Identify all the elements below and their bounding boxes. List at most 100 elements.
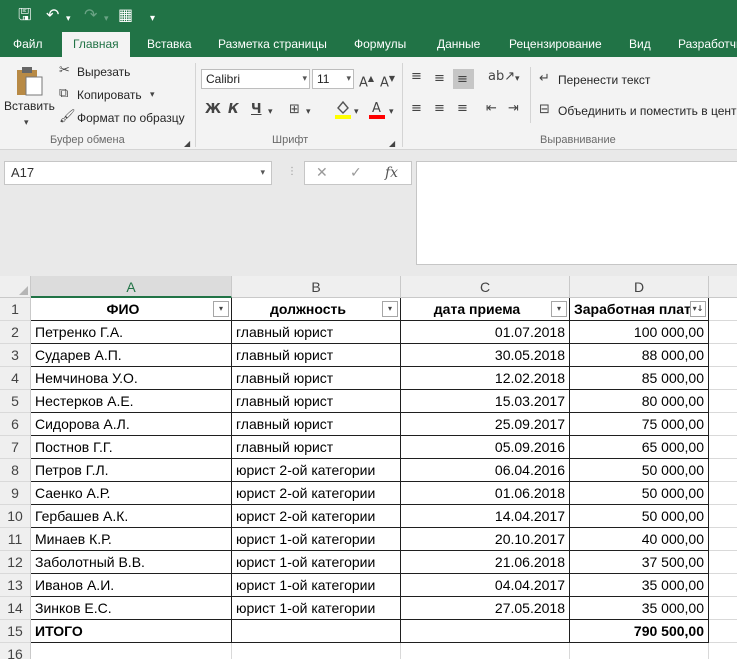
redo-dropdown-icon[interactable]: ▾ — [104, 9, 109, 29]
row-header[interactable]: 8 — [0, 459, 31, 482]
row-header[interactable]: 6 — [0, 413, 31, 436]
cell[interactable] — [570, 643, 709, 659]
cell[interactable]: юрист 2-ой категории — [232, 459, 401, 482]
cell[interactable]: Немчинова У.О. — [31, 367, 232, 390]
tab-formulas[interactable]: Формулы — [354, 32, 406, 57]
cell[interactable]: юрист 1-ой категории — [232, 551, 401, 574]
cell[interactable]: 75 000,00 — [570, 413, 709, 436]
cell[interactable] — [709, 597, 737, 620]
total-cell[interactable]: 790 500,00 — [570, 620, 709, 643]
orientation-icon[interactable]: ab↗ — [488, 69, 515, 85]
save-icon[interactable]: 🖫 — [18, 5, 32, 25]
tab-file[interactable]: Файл — [13, 32, 43, 57]
cell[interactable]: 80 000,00 — [570, 390, 709, 413]
tab-home[interactable]: Главная — [62, 32, 130, 57]
formula-input[interactable] — [416, 161, 737, 265]
cell[interactable] — [709, 459, 737, 482]
filter-dropdown-icon[interactable]: ▾ — [382, 301, 398, 317]
cell[interactable]: главный юрист — [232, 344, 401, 367]
orientation-dropdown-icon[interactable]: ▾ — [515, 71, 520, 87]
header-cell[interactable]: ФИО ▾ — [31, 298, 232, 321]
font-color-dropdown-icon[interactable]: ▾ — [389, 104, 394, 120]
cell[interactable]: 04.04.2017 — [401, 574, 570, 597]
customize-icon[interactable]: ▾ — [150, 9, 155, 29]
name-box[interactable]: A17 ▾ — [4, 161, 272, 185]
copy-dropdown-icon[interactable]: ▾ — [150, 87, 155, 103]
cell[interactable] — [709, 482, 737, 505]
select-all-button[interactable] — [0, 276, 31, 298]
cell[interactable]: Минаев К.Р. — [31, 528, 232, 551]
cell[interactable] — [709, 528, 737, 551]
tab-insert[interactable]: Вставка — [147, 32, 192, 57]
cell[interactable]: Заболотный В.В. — [31, 551, 232, 574]
shrink-font-icon[interactable]: A▼ — [380, 71, 395, 91]
cell[interactable] — [709, 574, 737, 597]
cell[interactable]: 12.02.2018 — [401, 367, 570, 390]
cell[interactable]: 35 000,00 — [570, 597, 709, 620]
cell[interactable]: юрист 2-ой категории — [232, 482, 401, 505]
cell[interactable] — [31, 643, 232, 659]
borders-icon[interactable]: ⊞ — [289, 102, 300, 118]
cell[interactable]: Постнов Г.Г. — [31, 436, 232, 459]
sort-filter-icon[interactable]: ▾↓ — [690, 301, 706, 317]
cell[interactable]: 05.09.2016 — [401, 436, 570, 459]
cell[interactable]: Петренко Г.А. — [31, 321, 232, 344]
cell[interactable]: 01.06.2018 — [401, 482, 570, 505]
cell[interactable]: Петров Г.Л. — [31, 459, 232, 482]
row-header[interactable]: 9 — [0, 482, 31, 505]
wrap-text-button[interactable]: Перенести текст — [558, 72, 650, 88]
total-cell[interactable]: ИТОГО — [31, 620, 232, 643]
cell[interactable]: 06.04.2016 — [401, 459, 570, 482]
column-header-a[interactable]: A — [31, 276, 232, 298]
cell[interactable] — [709, 344, 737, 367]
cell[interactable]: Зинков Е.С. — [31, 597, 232, 620]
row-header[interactable]: 3 — [0, 344, 31, 367]
cell[interactable]: Иванов А.И. — [31, 574, 232, 597]
increase-indent-icon[interactable]: ⇥ — [508, 101, 519, 117]
cell[interactable]: Нестерков А.Е. — [31, 390, 232, 413]
cell[interactable]: главный юрист — [232, 390, 401, 413]
bold-button[interactable]: Ж — [205, 102, 221, 118]
cell[interactable]: 35 000,00 — [570, 574, 709, 597]
font-size-combo[interactable]: 11 ▾ — [312, 69, 354, 89]
font-color-icon[interactable]: A — [368, 99, 386, 124]
header-cell[interactable]: должность ▾ — [232, 298, 401, 321]
align-right-icon[interactable]: ≡ — [457, 101, 468, 117]
cell[interactable]: 01.07.2018 — [401, 321, 570, 344]
tab-view[interactable]: Вид — [629, 32, 651, 57]
cell[interactable]: юрист 1-ой категории — [232, 597, 401, 620]
align-left-icon[interactable]: ≡ — [411, 101, 422, 117]
row-header[interactable]: 12 — [0, 551, 31, 574]
insert-function-icon[interactable]: fx — [385, 165, 398, 181]
paste-label[interactable]: Вставить — [4, 98, 55, 114]
header-cell[interactable]: дата приема ▾ — [401, 298, 570, 321]
cell[interactable]: Сидорова А.Л. — [31, 413, 232, 436]
row-header[interactable]: 15 — [0, 620, 31, 643]
table-layout-icon[interactable]: ▦ — [118, 5, 133, 25]
cut-icon[interactable]: ✂ — [59, 63, 70, 79]
column-header-e[interactable] — [709, 276, 737, 298]
row-header[interactable]: 4 — [0, 367, 31, 390]
cell[interactable]: 85 000,00 — [570, 367, 709, 390]
font-name-combo[interactable]: Calibri ▾ — [201, 69, 310, 89]
decrease-indent-icon[interactable]: ⇤ — [486, 101, 497, 117]
align-center-icon[interactable]: ≡ — [434, 101, 445, 117]
underline-button[interactable]: Ч — [251, 102, 262, 118]
cancel-icon[interactable]: ✕ — [316, 165, 328, 181]
column-header-d[interactable]: D — [570, 276, 709, 298]
row-header[interactable]: 1 — [0, 298, 31, 321]
undo-dropdown-icon[interactable]: ▾ — [66, 9, 71, 29]
cell[interactable]: главный юрист — [232, 367, 401, 390]
row-header[interactable]: 16 — [0, 643, 31, 659]
paste-dropdown-icon[interactable]: ▾ — [24, 115, 29, 131]
cell[interactable]: 25.09.2017 — [401, 413, 570, 436]
copy-icon[interactable]: ⧉ — [59, 86, 68, 102]
total-cell[interactable] — [401, 620, 570, 643]
cell[interactable]: юрист 1-ой категории — [232, 574, 401, 597]
cell[interactable]: юрист 1-ой категории — [232, 528, 401, 551]
cell[interactable]: юрист 2-ой категории — [232, 505, 401, 528]
wrap-text-icon[interactable]: ↵ — [539, 71, 550, 87]
cell[interactable] — [709, 390, 737, 413]
cell[interactable]: 14.04.2017 — [401, 505, 570, 528]
column-header-c[interactable]: C — [401, 276, 570, 298]
